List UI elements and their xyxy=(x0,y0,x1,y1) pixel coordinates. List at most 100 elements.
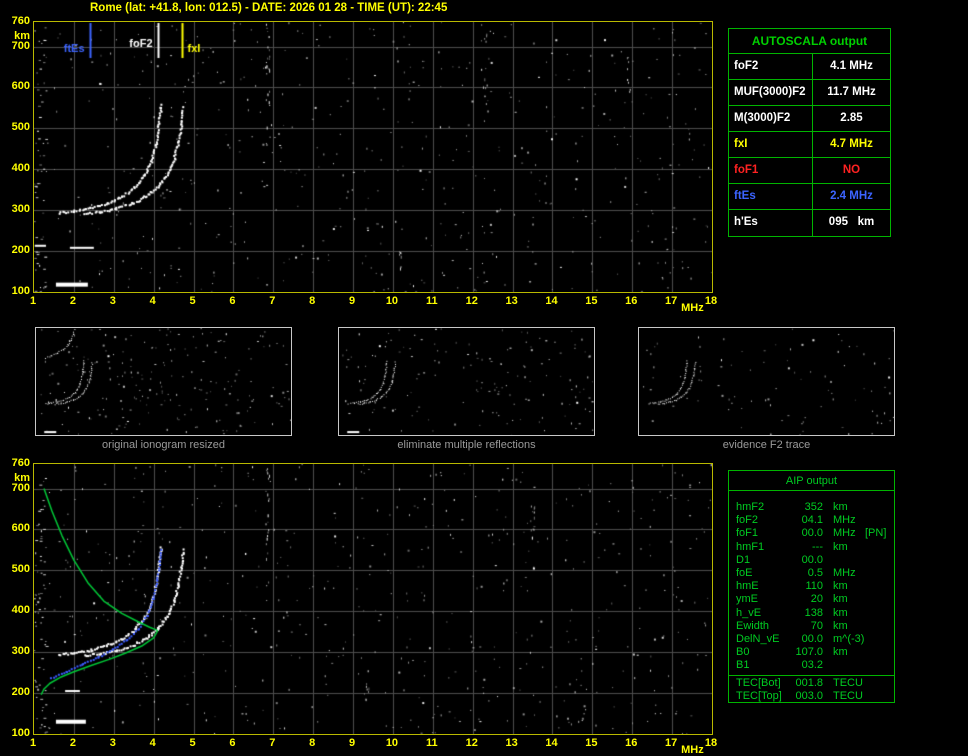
thumb-caption-no-multiples: eliminate multiple reflections xyxy=(397,439,536,451)
parameter-value: --- xyxy=(812,540,823,553)
profile-x-tick: 16 xyxy=(625,737,638,749)
profile-x-tick: 3 xyxy=(109,737,116,749)
ionogram-x-tick: 11 xyxy=(425,295,438,307)
parameter-name: TEC[Bot] xyxy=(736,677,781,690)
parameter-value: 11.7 MHz xyxy=(827,86,876,98)
profile-x-tick: 6 xyxy=(229,737,236,749)
parameter-value: 003.0 xyxy=(795,690,823,703)
parameter-flag xyxy=(861,580,894,593)
parameter-name: foF1 xyxy=(736,527,759,540)
parameter-flag: [PN] xyxy=(865,527,887,540)
parameter-name: B0 xyxy=(736,646,750,659)
thumb-caption-f2-trace: evidence F2 trace xyxy=(722,439,811,451)
parameter-value: 03.2 xyxy=(801,659,823,672)
ionogram-x-tick: 16 xyxy=(625,295,638,307)
profile-y-tick: 600 xyxy=(11,522,30,535)
profile-x-tick: 2 xyxy=(69,737,76,749)
ionogram-x-tick: 10 xyxy=(385,295,399,307)
parameter-name: h_vE xyxy=(736,606,762,619)
parameter-name: TEC[Top] xyxy=(736,690,782,703)
parameter-unit: MHz xyxy=(833,527,856,540)
aip-row-tectop: TEC[Top] 003.0 TECU xyxy=(729,690,894,703)
aip-row-d1: D1 00.0 xyxy=(729,554,894,567)
parameter-flag xyxy=(861,646,894,659)
ionogram-x-tick: 6 xyxy=(229,295,236,307)
ionogram-x-tick: 8 xyxy=(309,295,316,307)
aip-row-yme: ymE 20 km xyxy=(729,593,894,606)
profile-y-tick: 400 xyxy=(11,604,30,617)
aip-row-delnve: DelN_vE 00.0 m^(-3) xyxy=(729,633,894,646)
parameter-value: 107.0 xyxy=(795,646,823,659)
profile-x-tick: 14 xyxy=(545,737,558,749)
ionogram-y-tick: 100 xyxy=(11,285,30,297)
thumb-original-ionogram xyxy=(35,327,292,436)
thumb-no-multiples-canvas xyxy=(339,328,594,435)
parameter-flag xyxy=(861,677,894,690)
profile-y-tick: 300 xyxy=(11,645,30,658)
parameter-flag xyxy=(861,514,894,527)
parameter-value: 2.4 MHz xyxy=(830,190,873,202)
parameter-flag xyxy=(861,690,894,702)
autoscala-table-title: AUTOSCALA output xyxy=(729,29,890,54)
autoscala-row-fof1: foF1 NO xyxy=(729,158,890,184)
parameter-value: 4.7 MHz xyxy=(830,138,873,150)
parameter-flag xyxy=(861,541,894,554)
thumb-caption-original: original ionogram resized xyxy=(102,439,225,451)
ionogram-x-tick: 13 xyxy=(505,295,518,307)
profile-y-tick: 760 xyxy=(11,457,30,469)
ionogram-y-tick: 200 xyxy=(11,244,30,257)
profile-x-tick: 17 xyxy=(664,737,678,749)
ionogram-y-tick: 600 xyxy=(11,80,30,93)
parameter-unit: km xyxy=(833,580,848,593)
autoscala-table-rows: foF2 4.1 MHz MUF(3000)F2 11.7 MHz M(3000)F2 2… xyxy=(729,54,890,236)
ionogram-y-axis-unit: km xyxy=(14,30,30,42)
ionogram-x-tick: 5 xyxy=(189,295,196,307)
profile-x-tick: 9 xyxy=(348,737,356,749)
profile-canvas xyxy=(34,464,712,734)
parameter-value: 0.5 xyxy=(807,566,823,579)
thumb-f2-trace-canvas xyxy=(639,328,894,435)
profile-x-tick: 4 xyxy=(149,737,156,749)
parameter-unit: MHz xyxy=(833,514,856,527)
aip-row-b1: B1 03.2 xyxy=(729,659,894,672)
parameter-name: ftEs xyxy=(729,184,813,209)
aip-row-hve: h_vE 138 km xyxy=(729,607,894,620)
parameter-name: hmE xyxy=(736,580,759,593)
profile-x-tick: 5 xyxy=(189,737,196,749)
parameter-value: 70 xyxy=(810,619,823,632)
thumb-f2-trace xyxy=(638,327,895,436)
profile-x-axis-unit: MHz xyxy=(681,744,704,756)
parameter-name: MUF(3000)F2 xyxy=(729,80,813,105)
parameter-flag xyxy=(861,633,894,646)
ionogram-y-tick: 760 xyxy=(11,15,30,27)
parameter-value: 4.1 MHz xyxy=(830,60,873,72)
autoscala-app: Rome (lat: +41.8, lon: 012.5) - DATE: 20… xyxy=(0,0,968,756)
ionogram-x-tick: 2 xyxy=(69,295,76,307)
parameter-unit: km xyxy=(833,501,848,513)
parameter-flag xyxy=(861,593,894,606)
ionogram-x-tick: 15 xyxy=(585,295,598,307)
parameter-unit: TECU xyxy=(833,677,863,690)
parameter-unit: km xyxy=(833,646,848,659)
parameter-unit: MHz xyxy=(833,566,856,579)
ionogram-x-tick: 1 xyxy=(29,295,37,307)
profile-y-tick: 200 xyxy=(11,686,30,699)
parameter-name: fxI xyxy=(729,132,813,157)
parameter-name: hmF1 xyxy=(736,540,765,553)
parameter-unit xyxy=(823,659,861,672)
ionogram-x-tick: 7 xyxy=(269,295,276,307)
parameter-unit: m^(-3) xyxy=(833,632,865,645)
parameter-value: 20 xyxy=(810,593,823,606)
ionogram-x-tick: 3 xyxy=(109,295,116,307)
thumb-no-multiples xyxy=(338,327,595,436)
parameter-unit xyxy=(823,554,861,567)
aip-row-tecbot: TEC[Bot] 001.8 TECU xyxy=(729,675,894,690)
station-date-time-title: Rome (lat: +41.8, lon: 012.5) - DATE: 20… xyxy=(90,2,448,14)
autoscala-row-fof2: foF2 4.1 MHz xyxy=(729,54,890,80)
parameter-name: ymE xyxy=(736,593,758,606)
aip-row-foe: foE 0.5 MHz xyxy=(729,567,894,580)
profile-y-tick: 100 xyxy=(11,727,30,739)
parameter-name: h'Es xyxy=(729,210,813,236)
parameter-name: hmF2 xyxy=(736,501,765,513)
aip-output-table: AIP output hmF2 352 km foF2 04.1 MHz foF1 00.0 M… xyxy=(728,470,895,703)
